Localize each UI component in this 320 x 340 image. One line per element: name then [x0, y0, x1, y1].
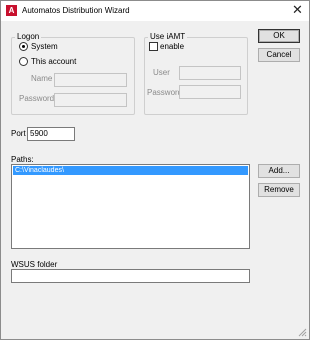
wsus-folder-label: WSUS folder [11, 260, 58, 269]
close-icon[interactable]: ✕ [292, 2, 303, 18]
user-field[interactable] [179, 66, 241, 80]
amt-password-label: Password [147, 88, 183, 97]
amt-password-field[interactable] [179, 85, 241, 99]
ok-button[interactable]: OK [258, 29, 300, 43]
dialog-window: A Automatos Distribution Wizard ✕ Logon … [0, 0, 310, 340]
port-label: Port [11, 129, 26, 138]
title-bar[interactable]: A Automatos Distribution Wizard ✕ [1, 1, 309, 21]
enable-checkbox-label: enable [160, 42, 185, 51]
add-button[interactable]: Add... [258, 164, 300, 178]
amt-group-label: Use iAMT [148, 32, 188, 41]
resize-grip-icon[interactable] [297, 327, 307, 337]
password-label: Password [19, 94, 55, 103]
list-item[interactable]: C:\Vinaclaudes\ [13, 166, 248, 175]
name-label: Name [31, 74, 53, 83]
enable-checkbox[interactable] [149, 42, 158, 51]
system-radio-label: System [31, 42, 58, 51]
paths-label: Paths: [11, 155, 34, 164]
name-field[interactable] [54, 73, 127, 87]
password-field[interactable] [54, 93, 127, 107]
wsus-folder-field[interactable] [11, 269, 250, 283]
user-label: User [153, 68, 170, 77]
window-title: Automatos Distribution Wizard [22, 6, 130, 15]
app-logo-icon: A [6, 5, 17, 16]
cancel-button[interactable]: Cancel [258, 48, 300, 62]
this-account-radio-label: This account [31, 57, 77, 66]
this-account-radio[interactable] [19, 57, 28, 66]
system-radio[interactable] [19, 42, 28, 51]
paths-list[interactable]: C:\Vinaclaudes\ [11, 164, 250, 249]
logon-group-label: Logon [15, 32, 42, 41]
port-field[interactable]: 5900 [27, 127, 75, 141]
remove-button[interactable]: Remove [258, 183, 300, 197]
